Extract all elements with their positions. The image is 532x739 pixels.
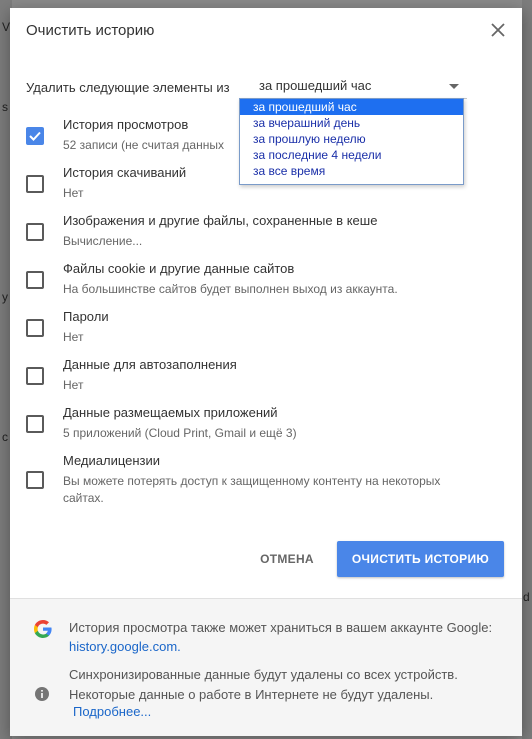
item-title: История скачиваний <box>63 165 187 180</box>
item-title: Данные для автозаполнения <box>63 357 237 372</box>
item-title: История просмотров <box>63 117 189 132</box>
item-subtitle: Нет <box>63 186 84 200</box>
background-text-fragment: d <box>523 590 530 604</box>
period-select-value: за прошедший час <box>259 78 372 93</box>
period-select[interactable]: за прошедший час <box>251 76 467 99</box>
checkbox-browsing-history[interactable] <box>26 127 44 145</box>
period-option[interactable]: за прошедший час <box>240 99 463 115</box>
period-dropdown-list: за прошедший час за вчерашний день за пр… <box>239 98 464 185</box>
background-text-fragment: y <box>2 290 8 304</box>
google-account-note: История просмотра также может храниться … <box>69 618 509 656</box>
checkbox-cookies[interactable] <box>26 271 44 289</box>
sync-note: Синхронизированные данные будут удалены … <box>69 667 458 702</box>
period-option[interactable]: за последние 4 недели <box>240 147 463 163</box>
item-title: Файлы cookie и другие данные сайтов <box>63 261 295 276</box>
info-icon <box>34 686 50 702</box>
checkbox-passwords[interactable] <box>26 319 44 337</box>
clear-history-button[interactable]: ОЧИСТИТЬ ИСТОРИЮ <box>337 541 504 577</box>
chevron-down-icon <box>449 84 459 89</box>
checkbox-download-history[interactable] <box>26 175 44 193</box>
checkbox-cache[interactable] <box>26 223 44 241</box>
item-subtitle: На большинстве сайтов будет выполнен вых… <box>63 282 398 296</box>
history-google-link[interactable]: history.google.com. <box>69 639 181 654</box>
google-account-text: История просмотра также может храниться … <box>69 620 493 635</box>
dialog-title: Очистить историю <box>26 22 155 39</box>
period-label: Удалить следующие элементы из <box>26 80 230 95</box>
dialog-footer: История просмотра также может храниться … <box>10 599 522 736</box>
period-option[interactable]: за все время <box>240 163 463 179</box>
learn-more-link[interactable]: Подробнее... <box>73 704 151 719</box>
item-subtitle: 5 приложений (Cloud Print, Gmail и ещё 3… <box>63 426 297 440</box>
background-text-fragment: s <box>2 100 8 114</box>
item-subtitle: Вы можете потерять доступ к защищенному … <box>63 474 441 505</box>
item-title: Изображения и другие файлы, сохраненные … <box>63 213 378 228</box>
background-text-fragment: c <box>2 430 8 444</box>
checkbox-hosted-apps[interactable] <box>26 415 44 433</box>
item-subtitle: Нет <box>63 330 84 344</box>
cancel-button[interactable]: ОТМЕНА <box>247 542 327 576</box>
google-icon <box>34 620 52 638</box>
item-subtitle: Вычисление... <box>63 234 143 248</box>
item-subtitle: Нет <box>63 378 84 392</box>
background-right <box>522 0 532 739</box>
clear-history-dialog: Очистить историю Удалить следующие элеме… <box>10 8 522 736</box>
close-icon[interactable] <box>488 20 508 40</box>
checkbox-media-licenses[interactable] <box>26 471 44 489</box>
period-option[interactable]: за прошлую неделю <box>240 131 463 147</box>
period-option[interactable]: за вчерашний день <box>240 115 463 131</box>
item-title: Пароли <box>63 309 109 324</box>
item-title: Данные размещаемых приложений <box>63 405 278 420</box>
checkbox-autofill[interactable] <box>26 367 44 385</box>
background-text-fragment: V <box>2 20 11 34</box>
item-title: Медиалицензии <box>63 453 161 468</box>
